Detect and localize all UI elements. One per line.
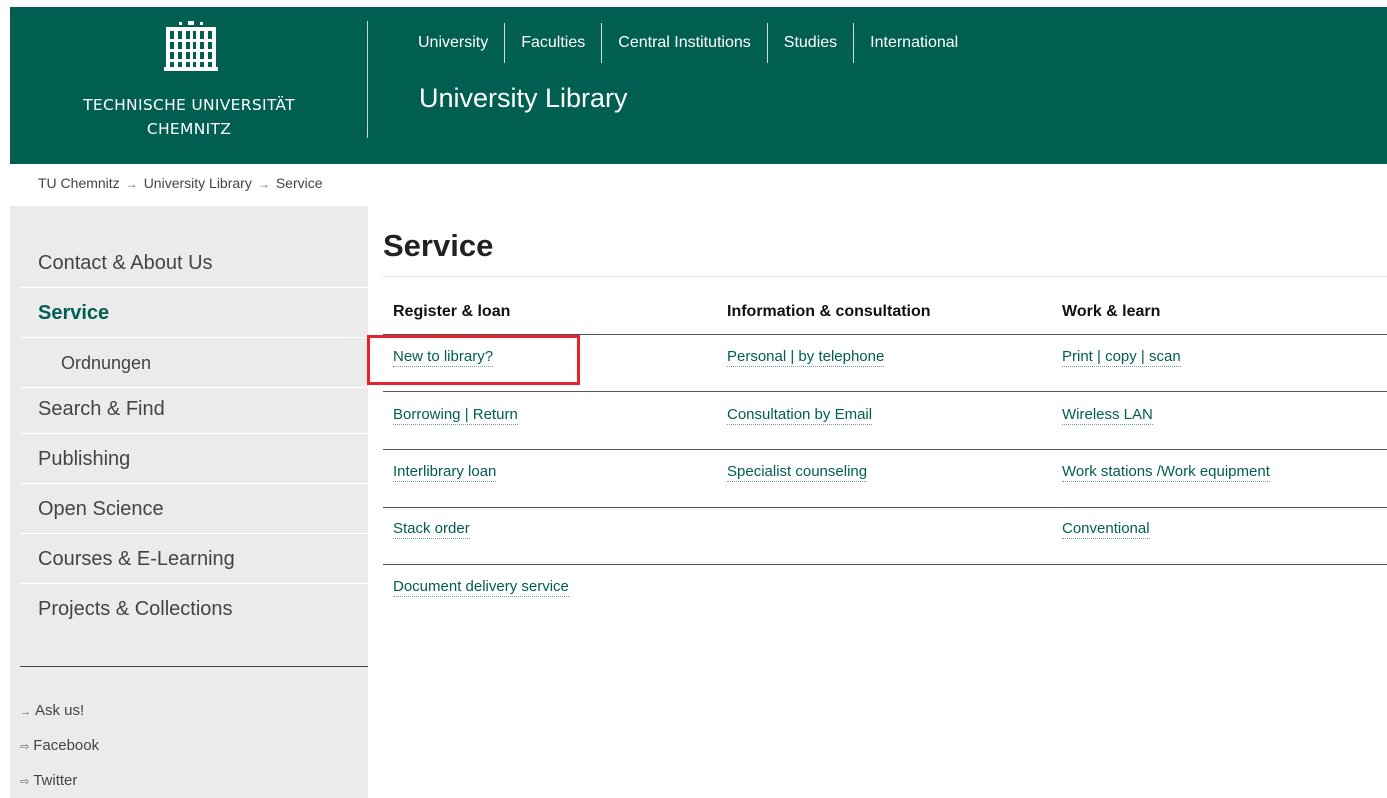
table-row-divider	[383, 391, 1387, 392]
university-name-line1: TECHNISCHE UNIVERSITÄT	[83, 96, 295, 114]
column-heading-information-consultation: Information & consultation	[727, 303, 931, 320]
university-logo[interactable]: TECHNISCHE UNIVERSITÄT CHEMNITZ	[10, 7, 368, 164]
table-row-divider	[383, 449, 1387, 450]
link-interlibrary-loan[interactable]: Interlibrary loan	[393, 462, 497, 482]
site-header: TECHNISCHE UNIVERSITÄT CHEMNITZ Universi…	[10, 7, 1387, 164]
table-row-divider	[383, 507, 1387, 508]
breadcrumb-separator-icon: →	[257, 177, 270, 191]
nav-studies[interactable]: Studies	[766, 23, 853, 63]
nav-international[interactable]: International	[853, 23, 974, 63]
header-divider	[367, 21, 368, 138]
facebook-label: Facebook	[33, 737, 100, 754]
link-work-stations[interactable]: Work stations /Work equipment	[1062, 462, 1270, 482]
link-consultation-email[interactable]: Consultation by Email	[727, 405, 873, 425]
link-conventional[interactable]: Conventional	[1062, 519, 1150, 539]
link-personal-telephone[interactable]: Personal | by telephone	[727, 347, 885, 367]
link-document-delivery[interactable]: Document delivery service	[393, 577, 569, 597]
building-icon	[164, 21, 218, 71]
page-title: Service	[383, 228, 494, 263]
top-navigation: University Faculties Central Institution…	[408, 23, 974, 63]
column-heading-work-learn: Work & learn	[1062, 303, 1161, 320]
link-stack-order[interactable]: Stack order	[393, 519, 470, 539]
facebook-link[interactable]: ⇨ Facebook	[20, 737, 99, 754]
highlight-box	[367, 335, 580, 385]
sidebar-item-contact[interactable]: Contact & About Us	[20, 238, 368, 288]
sidebar-item-ordnungen[interactable]: Ordnungen	[20, 338, 368, 388]
nav-university[interactable]: University	[408, 23, 504, 63]
link-print-copy-scan[interactable]: Print | copy | scan	[1062, 347, 1181, 367]
breadcrumb-item-university-library[interactable]: University Library	[144, 175, 252, 191]
sidebar-item-search-find[interactable]: Search & Find	[20, 384, 368, 434]
arrow-right-icon: →	[20, 706, 31, 718]
breadcrumb-item-tu-chemnitz[interactable]: TU Chemnitz	[38, 175, 120, 191]
column-heading-register-loan: Register & loan	[393, 303, 511, 320]
external-link-icon: ⇨	[20, 776, 30, 788]
link-wireless-lan[interactable]: Wireless LAN	[1062, 405, 1153, 425]
sidebar-item-courses[interactable]: Courses & E-Learning	[20, 534, 368, 584]
breadcrumb-item-service[interactable]: Service	[276, 175, 323, 191]
sidebar-item-service[interactable]: Service	[20, 288, 368, 338]
breadcrumb: TU Chemnitz → University Library → Service	[38, 175, 323, 191]
link-borrowing-return[interactable]: Borrowing | Return	[393, 405, 518, 425]
external-link-icon: ⇨	[20, 741, 30, 753]
site-title[interactable]: University Library	[419, 83, 628, 114]
ask-us-label: Ask us!	[35, 702, 85, 719]
link-specialist-counseling[interactable]: Specialist counseling	[727, 462, 868, 482]
twitter-link[interactable]: ⇨ Twitter	[20, 772, 77, 789]
sidebar: Contact & About Us Service Ordnungen Sea…	[10, 206, 368, 798]
nav-central-institutions[interactable]: Central Institutions	[601, 23, 767, 63]
sidebar-item-open-science[interactable]: Open Science	[20, 484, 368, 534]
sidebar-divider	[20, 666, 368, 667]
twitter-label: Twitter	[33, 772, 78, 789]
table-row-divider	[383, 564, 1387, 565]
title-divider	[383, 276, 1387, 277]
nav-faculties[interactable]: Faculties	[504, 23, 601, 63]
breadcrumb-separator-icon: →	[125, 177, 138, 191]
university-name-line2: CHEMNITZ	[146, 120, 232, 138]
sidebar-item-publishing[interactable]: Publishing	[20, 434, 368, 484]
ask-us-link[interactable]: → Ask us!	[20, 702, 84, 719]
sidebar-item-projects[interactable]: Projects & Collections	[20, 584, 368, 634]
